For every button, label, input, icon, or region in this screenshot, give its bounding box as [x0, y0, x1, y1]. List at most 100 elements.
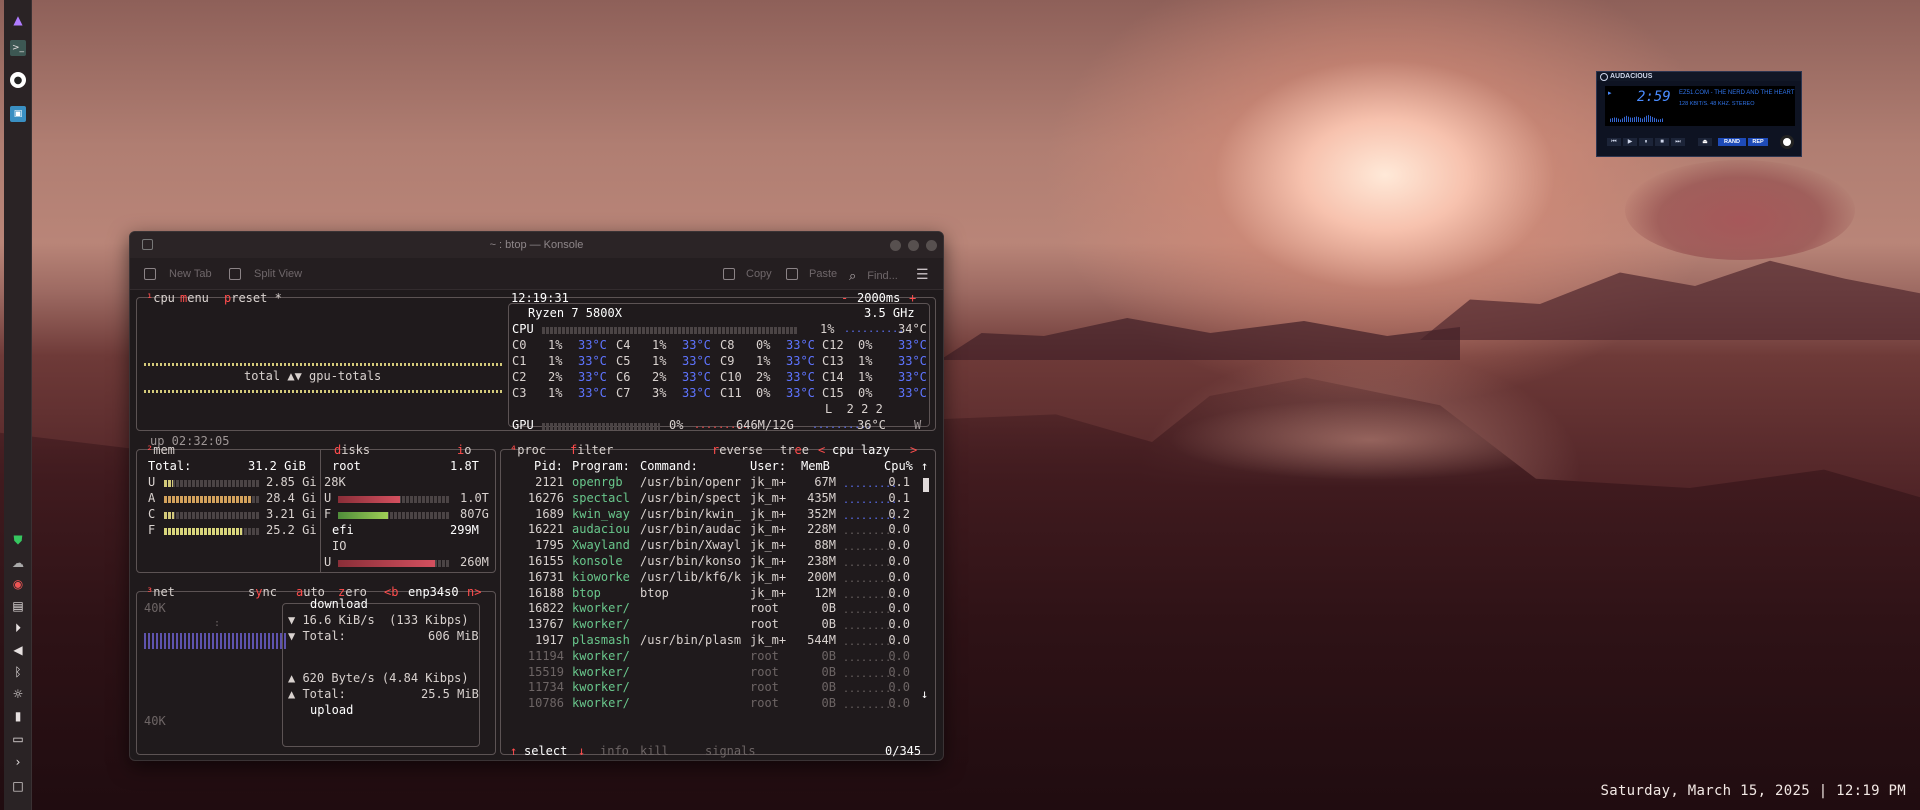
color-wheel-icon[interactable]: ◉: [10, 576, 26, 592]
proc-reverse-toggle[interactable]: reverse: [712, 443, 763, 459]
stream-info: 128 KBIT/S. 48 KHZ. STEREO: [1679, 101, 1755, 107]
proc-scrollbar[interactable]: [923, 478, 929, 492]
close-button[interactable]: [926, 240, 937, 251]
volume-icon[interactable]: ◀: [10, 642, 26, 658]
menu-tab[interactable]: menu: [180, 291, 209, 307]
display-icon[interactable]: ▭: [10, 731, 26, 747]
select-down-icon[interactable]: ↓: [578, 744, 585, 760]
sort-next-button[interactable]: >: [910, 443, 917, 459]
proc-cell-program: konsole: [572, 554, 623, 568]
mem-cached-key: C: [148, 507, 156, 521]
mem-disks-divider: [320, 449, 321, 573]
cpu-graph-line: [144, 363, 504, 366]
download-rate: ▼ 16.6 KiB/s (133 Kibps): [288, 613, 469, 627]
konsole-task-icon[interactable]: >_: [10, 40, 26, 56]
proc-info[interactable]: info: [600, 744, 629, 760]
disks-io-toggle[interactable]: io: [457, 443, 471, 459]
proc-panel-title[interactable]: ⁴proc: [510, 443, 546, 459]
eject-button[interactable]: ⏏: [1698, 138, 1712, 146]
brightness-icon[interactable]: ☼: [10, 686, 26, 702]
copy-icon: [723, 268, 735, 280]
clipboard-icon[interactable]: ▤: [10, 598, 26, 614]
proc-cell-user: root: [750, 601, 779, 616]
minimize-button[interactable]: [890, 240, 901, 251]
maximize-button[interactable]: [908, 240, 919, 251]
audacious-display: ▸ 2:59 EZ51.COM - THE NERD AND THE HEART…: [1605, 86, 1795, 126]
proc-cell-user: root: [750, 664, 779, 679]
disk-root-free: 807G: [460, 507, 489, 521]
play-button[interactable]: ▶: [1623, 138, 1637, 146]
proc-cell-user: jk_m+: [750, 585, 787, 600]
proc-cell-pid: 2121: [535, 475, 564, 489]
proc-cell-program: kworker/: [572, 696, 630, 711]
cpu-total-temp: 34°C: [898, 322, 927, 336]
proc-cell-program: Xwayland: [572, 538, 630, 553]
net-interface: enp34s0: [408, 585, 459, 599]
shield-icon[interactable]: ⛊: [10, 532, 26, 548]
cpu-panel-title[interactable]: ¹cpu: [146, 291, 175, 307]
next-button[interactable]: ⏭: [1671, 138, 1685, 146]
stop-button[interactable]: ■: [1655, 138, 1669, 146]
upload-rate: ▲ 620 Byte/s (4.84 Kibps): [288, 671, 469, 685]
net-next-iface[interactable]: n>: [467, 585, 481, 601]
disk-root-size: 1.8T: [450, 459, 479, 473]
btop-terminal[interactable]: ¹cpu menu preset * 12:19:31 - 2000ms + t…: [132, 291, 943, 760]
header-command[interactable]: Command:: [640, 459, 698, 475]
show-desktop-icon[interactable]: □: [10, 778, 26, 794]
net-sync-toggle[interactable]: sync: [248, 585, 277, 601]
cpu-model: Ryzen 7 5800X: [528, 306, 622, 320]
proc-cell-pid: 16731: [527, 569, 564, 584]
header-cpu[interactable]: Cpu%: [884, 459, 913, 475]
proc-cell-program: spectacl: [572, 490, 630, 505]
previous-button[interactable]: ⏮: [1607, 138, 1621, 146]
mem-total-label: Total:: [148, 459, 192, 473]
proc-cell-command: btop: [640, 585, 669, 600]
split-view-button[interactable]: Split View: [229, 268, 302, 280]
hamburger-menu-icon[interactable]: ☰: [916, 266, 929, 283]
net-scale-bottom: 40K: [144, 714, 166, 728]
disks-title[interactable]: disks: [334, 443, 370, 459]
preset-tab[interactable]: preset *: [224, 291, 282, 307]
audacious-task-icon[interactable]: ●: [10, 72, 26, 88]
media-player-icon[interactable]: ⏵: [10, 620, 26, 636]
konsole-titlebar[interactable]: ~ : btop — Konsole: [130, 232, 943, 258]
header-program[interactable]: Program:: [572, 459, 630, 475]
shuffle-button[interactable]: RAND: [1718, 138, 1746, 146]
audacious-titlebar[interactable]: AUDACIOUS: [1597, 72, 1801, 81]
header-mem[interactable]: MemB: [801, 459, 830, 475]
proc-cell-user: jk_m+: [750, 569, 787, 584]
net-graph-peak: :: [214, 618, 221, 629]
app-launcher-icon[interactable]: ▲: [10, 12, 26, 28]
gpu-temp: 36°C: [857, 418, 886, 432]
net-prev-iface[interactable]: <b: [384, 585, 398, 601]
desktop-clock[interactable]: Saturday, March 15, 2025 | 12:19 PM: [1600, 783, 1906, 799]
find-button[interactable]: ⌕ Find...: [849, 268, 898, 284]
select-up-icon[interactable]: ↑: [510, 744, 517, 760]
repeat-button[interactable]: REP: [1748, 138, 1768, 146]
new-tab-button[interactable]: New Tab: [144, 268, 212, 280]
proc-kill[interactable]: kill: [640, 744, 669, 760]
upload-arrow-icon: ▲: [288, 671, 303, 685]
pause-button[interactable]: ⏸: [1639, 138, 1653, 146]
wallpaper-mountains: [1420, 260, 1920, 340]
proc-signals[interactable]: signals: [705, 744, 756, 760]
cpu-total-label: CPU: [512, 322, 534, 336]
battery-icon[interactable]: ▮: [10, 708, 26, 724]
image-viewer-task-icon[interactable]: ▣: [10, 106, 26, 122]
copy-button[interactable]: Copy: [723, 268, 772, 280]
sort-prev-button[interactable]: <: [818, 443, 825, 459]
mem-panel-title[interactable]: ²mem: [146, 443, 175, 459]
paste-button[interactable]: Paste: [786, 268, 837, 280]
proc-filter[interactable]: filter: [570, 443, 613, 459]
net-panel-title[interactable]: ³net: [146, 585, 175, 601]
proc-cell-pid: 11734: [527, 680, 564, 695]
proc-select[interactable]: select: [524, 744, 567, 760]
proc-tree-toggle[interactable]: tree: [780, 443, 809, 459]
header-user[interactable]: User:: [750, 459, 786, 475]
chevron-right-icon[interactable]: ›: [10, 754, 26, 770]
scroll-down-icon[interactable]: ↓: [921, 687, 928, 703]
proc-cell-program: kworker/: [572, 680, 630, 695]
bluetooth-icon[interactable]: ᛒ: [10, 664, 26, 680]
header-pid[interactable]: Pid:: [534, 459, 563, 475]
cloud-icon[interactable]: ☁: [10, 555, 26, 571]
